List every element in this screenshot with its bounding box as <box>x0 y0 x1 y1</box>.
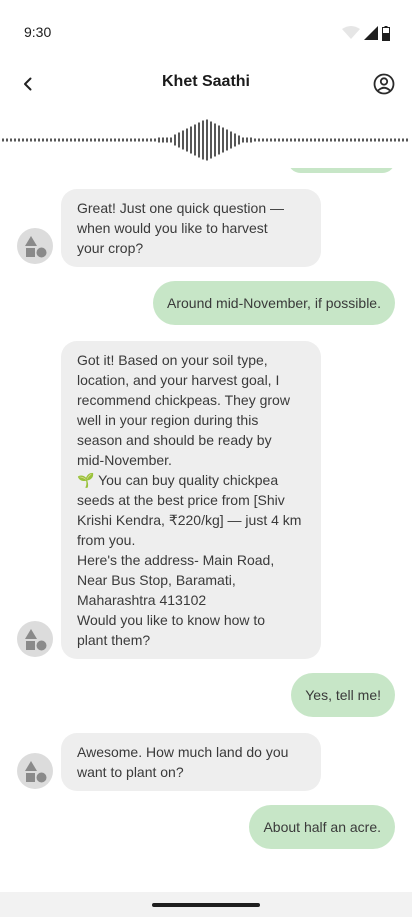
battery-icon <box>382 25 390 41</box>
wifi-icon <box>342 26 360 39</box>
bot-message: Awesome. How much land do you want to pl… <box>61 733 321 791</box>
app-bar: Khet Saathi <box>0 64 412 104</box>
shapes-avatar-icon <box>25 236 47 258</box>
chat-thread: Great! Just one quick question — when wo… <box>0 168 412 892</box>
bot-message: Got it! Based on your soil type, locatio… <box>61 341 321 659</box>
status-bar: 9:30 <box>0 0 412 64</box>
status-time: 9:30 <box>24 24 52 40</box>
status-icons <box>342 25 390 41</box>
previous-user-message <box>288 168 395 173</box>
system-nav-bar <box>0 892 412 917</box>
shapes-avatar-icon <box>25 629 47 651</box>
bot-avatar <box>17 753 53 789</box>
profile-button[interactable] <box>372 72 396 96</box>
signal-icon <box>364 26 378 40</box>
shapes-avatar-icon <box>25 761 47 783</box>
bot-avatar <box>17 228 53 264</box>
user-message: About half an acre. <box>249 805 395 849</box>
page-title: Khet Saathi <box>161 73 250 90</box>
voice-waveform <box>2 119 408 161</box>
user-message: Around mid-November, if possible. <box>153 281 395 325</box>
bot-message: Great! Just one quick question — when wo… <box>61 189 321 267</box>
bot-avatar <box>17 621 53 657</box>
account-circle-icon <box>373 73 395 95</box>
user-message: Yes, tell me! <box>291 673 395 717</box>
home-gesture-handle[interactable] <box>152 903 260 907</box>
